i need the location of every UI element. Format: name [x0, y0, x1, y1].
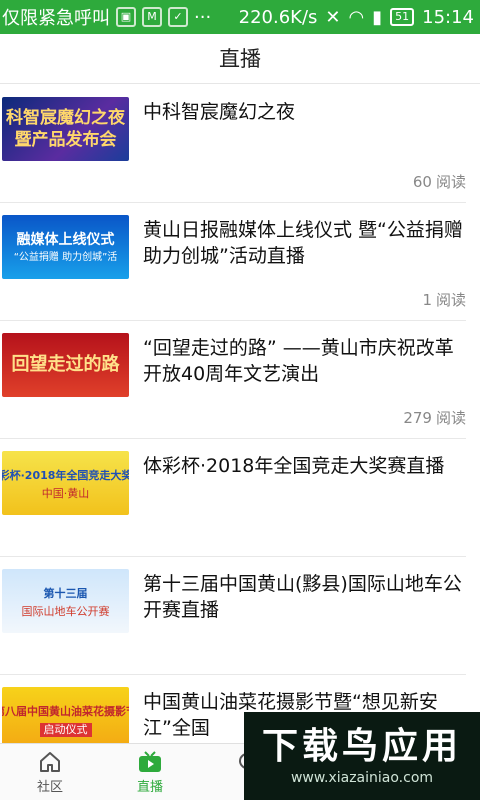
image-icon: ▣ — [116, 7, 136, 27]
carrier-text: 仅限紧急呼叫 — [2, 8, 110, 29]
watermark-title: 下载鸟应用 — [261, 726, 462, 767]
thumbnail-text: 体彩杯·2018年全国竞走大奖赛 — [2, 469, 129, 482]
app-notification-icon: M — [142, 7, 162, 27]
item-title[interactable]: 体彩杯·2018年全国竞走大奖赛直播 — [143, 453, 465, 479]
shield-icon: ✓ — [168, 7, 188, 27]
more-icon: ··· — [194, 6, 212, 28]
thumbnail-subtext: 中国·黄山 — [41, 487, 90, 500]
watermark-logo: 下载鸟应用 www.xiazainiao.com — [244, 712, 480, 800]
thumbnail-text: 科智宸魔幻之夜 — [6, 108, 125, 128]
mute-icon: ✕ — [325, 6, 341, 28]
thumbnail-text: 融媒体上线仪式 — [16, 232, 115, 248]
item-title[interactable]: 黄山日报融媒体上线仪式 暨“公益捐赠 助力创城”活动直播 — [143, 217, 465, 269]
thumbnail-subtext: 国际山地车公开赛 — [21, 605, 110, 618]
read-count: 279 阅读 — [403, 409, 466, 427]
item-title[interactable]: 第十三届中国黄山(黟县)国际山地车公开赛直播 — [143, 571, 465, 623]
tab-label: 直播 — [136, 779, 163, 795]
status-bar: 仅限紧急呼叫 ▣ M ✓ ··· 220.6K/s ✕ ◠ ▮ 51 15:14 — [0, 0, 480, 34]
page-title: 直播 — [0, 34, 480, 84]
thumbnail-subtext: 暨产品发布会 — [14, 130, 117, 150]
thumbnail[interactable]: 体彩杯·2018年全国竞走大奖赛 中国·黄山 — [2, 451, 129, 515]
live-list[interactable]: 科智宸魔幻之夜 暨产品发布会 中科智宸魔幻之夜 60 阅读 融媒体上线仪式 “公益… — [0, 85, 480, 743]
home-icon — [40, 751, 60, 772]
tab-live[interactable]: 直播 — [100, 744, 200, 800]
thumbnail[interactable]: 第八届中国黄山油菜花摄影节 启动仪式 — [2, 687, 129, 743]
tab-community[interactable]: 社区 — [0, 744, 100, 800]
list-item[interactable]: 回望走过的路 “回望走过的路” ——黄山市庆祝改革开放40周年文艺演出 279 阅… — [0, 321, 466, 439]
network-speed: 220.6K/s — [238, 6, 318, 28]
thumbnail-subtext: 启动仪式 — [39, 723, 92, 737]
read-count — [462, 643, 466, 661]
watermark-url: www.xiazainiao.com — [290, 770, 434, 786]
tab-label: 社区 — [36, 779, 63, 795]
read-count — [462, 525, 466, 543]
list-item[interactable]: 体彩杯·2018年全国竞走大奖赛 中国·黄山 体彩杯·2018年全国竞走大奖赛直… — [0, 439, 466, 557]
thumbnail[interactable]: 回望走过的路 — [2, 333, 129, 397]
thumbnail[interactable]: 第十三届 国际山地车公开赛 — [2, 569, 129, 633]
thumbnail[interactable]: 融媒体上线仪式 “公益捐赠 助力创城”活 — [2, 215, 129, 279]
list-item[interactable]: 融媒体上线仪式 “公益捐赠 助力创城”活 黄山日报融媒体上线仪式 暨“公益捐赠 … — [0, 203, 466, 321]
battery-icon: 51 — [390, 8, 415, 26]
list-item[interactable]: 第十三届 国际山地车公开赛 第十三届中国黄山(黟县)国际山地车公开赛直播 — [0, 557, 466, 675]
item-title[interactable]: 中科智宸魔幻之夜 — [143, 99, 465, 125]
thumbnail-text: 第十三届 — [43, 587, 88, 600]
thumbnail[interactable]: 科智宸魔幻之夜 暨产品发布会 — [2, 97, 129, 161]
read-count: 60 阅读 — [412, 173, 466, 191]
list-item[interactable]: 科智宸魔幻之夜 暨产品发布会 中科智宸魔幻之夜 60 阅读 — [0, 85, 466, 203]
thumbnail-subtext: “公益捐赠 助力创城”活 — [13, 252, 118, 263]
read-count: 1 阅读 — [422, 291, 466, 309]
item-title[interactable]: “回望走过的路” ——黄山市庆祝改革开放40周年文艺演出 — [143, 335, 465, 387]
sim-icon: ▮ — [372, 6, 383, 28]
wifi-icon: ◠ — [348, 6, 365, 28]
clock: 15:14 — [422, 6, 474, 28]
thumbnail-text: 第八届中国黄山油菜花摄影节 — [2, 705, 129, 718]
tv-icon — [139, 750, 161, 772]
thumbnail-text: 回望走过的路 — [11, 354, 120, 375]
